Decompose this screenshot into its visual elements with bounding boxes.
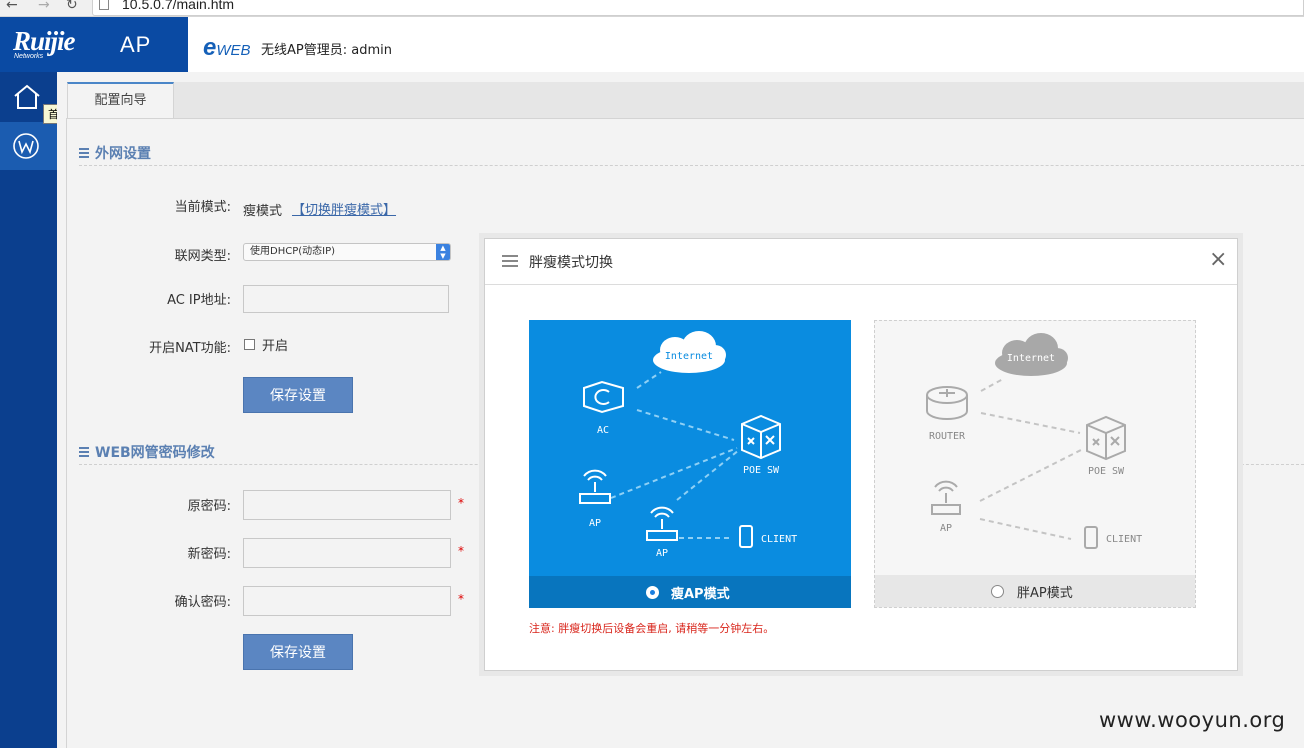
required-mark: *: [458, 496, 464, 510]
reload-icon[interactable]: ↻: [66, 0, 78, 13]
close-icon[interactable]: ×: [1209, 247, 1227, 272]
poe-sw-label: POE SW: [1088, 466, 1125, 477]
section-title-wan: 外网设置: [95, 146, 151, 162]
conn-type-value: 使用DHCP(动态IP): [250, 246, 336, 257]
fat-mode-label: 胖AP模式: [1017, 586, 1073, 601]
chevron-updown-icon: ▲ ▼: [436, 244, 450, 260]
router-label: ROUTER: [929, 431, 966, 442]
confirm-password-label: 确认密码:: [174, 595, 231, 610]
nat-checkbox-label: 开启: [262, 339, 289, 354]
admin-label: 无线AP管理员: admin: [261, 43, 392, 58]
conn-type-select[interactable]: 使用DHCP(动态IP) ▲ ▼: [243, 243, 451, 261]
wireless-icon: [13, 133, 39, 159]
poe-sw-label: POE SW: [743, 465, 780, 476]
dialog-header: 胖瘦模式切换 ×: [485, 239, 1237, 285]
thin-mode-diagram: Internet AC POE SW AP AP CLIENT: [579, 331, 797, 559]
ap1-label: AP: [589, 518, 601, 529]
eweb-logo: eWEB: [203, 34, 251, 61]
section-menu-icon: [79, 447, 89, 449]
fat-mode-radio[interactable]: [991, 585, 1004, 598]
ac-label: AC: [597, 425, 609, 436]
nat-label: 开启NAT功能:: [149, 341, 231, 356]
save-password-button[interactable]: 保存设置: [243, 634, 353, 670]
address-bar[interactable]: 10.5.0.7/main.htm: [92, 0, 1304, 16]
restart-notice: 注意: 胖瘦切换后设备会重启, 请稍等一分钟左右。: [529, 622, 775, 635]
back-arrow-icon[interactable]: ←: [6, 0, 18, 13]
fat-mode-card[interactable]: Internet ROUTER POE SW AP CLIENT 胖AP模式: [874, 320, 1196, 608]
mode-value: 瘦模式: [243, 204, 283, 219]
client-label: CLIENT: [1106, 534, 1142, 545]
section-divider: [79, 165, 1304, 166]
menu-icon: [502, 255, 518, 257]
ap-label: AP: [940, 523, 952, 534]
mode-label: 当前模式:: [174, 200, 231, 215]
old-password-input[interactable]: [243, 490, 451, 520]
new-password-label: 新密码:: [187, 547, 231, 562]
content-divider: [66, 118, 67, 748]
url-text[interactable]: 10.5.0.7/main.htm: [122, 0, 234, 12]
ap2-label: AP: [656, 548, 668, 559]
ac-ip-label: AC IP地址:: [167, 293, 231, 308]
tab-config-wizard[interactable]: 配置向导: [67, 82, 174, 118]
thin-mode-label: 瘦AP模式: [671, 587, 730, 602]
forward-arrow-icon[interactable]: →: [38, 0, 50, 13]
old-password-label: 原密码:: [187, 499, 231, 514]
tab-bar: [67, 82, 1304, 119]
dialog-title: 胖瘦模式切换: [529, 255, 613, 271]
client-label: CLIENT: [761, 534, 797, 545]
thin-mode-card[interactable]: Internet AC POE SW AP AP CLIENT 瘦AP模式: [529, 320, 851, 608]
fat-mode-diagram: Internet ROUTER POE SW AP CLIENT: [926, 333, 1142, 549]
confirm-password-input[interactable]: [243, 586, 451, 616]
sidebar: [0, 72, 57, 748]
thin-mode-footer[interactable]: 瘦AP模式: [529, 576, 851, 608]
browser-bar: ← → ↻ 10.5.0.7/main.htm: [0, 0, 1304, 17]
required-mark: *: [458, 592, 464, 606]
watermark: www.wooyun.org: [1099, 708, 1286, 732]
home-icon: [14, 84, 40, 109]
logo-block: Ruijie Networks AP: [0, 17, 188, 72]
mode-switch-link[interactable]: 【切换胖瘦模式】: [292, 199, 396, 218]
mode-switch-dialog: 胖瘦模式切换 × Internet AC POE SW AP AP CLIENT…: [484, 238, 1238, 671]
app-header: Ruijie Networks AP eWEB 无线AP管理员: admin: [0, 17, 1304, 73]
internet-label: Internet: [665, 351, 713, 362]
nat-checkbox[interactable]: [244, 339, 255, 350]
conn-type-label: 联网类型:: [174, 249, 231, 264]
save-wan-button[interactable]: 保存设置: [243, 377, 353, 413]
brand-sub: Networks: [14, 53, 44, 60]
page-icon: [99, 0, 109, 10]
internet-label: Internet: [1007, 353, 1055, 364]
fat-mode-footer[interactable]: 胖AP模式: [875, 575, 1195, 607]
ac-ip-input[interactable]: [243, 285, 449, 313]
sidebar-item-wireless[interactable]: [0, 122, 57, 170]
section-title-password: WEB网管密码修改: [95, 445, 215, 461]
section-menu-icon: [79, 148, 89, 150]
new-password-input[interactable]: [243, 538, 451, 568]
required-mark: *: [458, 544, 464, 558]
product-name: AP: [120, 32, 152, 57]
thin-mode-radio[interactable]: [646, 586, 659, 599]
